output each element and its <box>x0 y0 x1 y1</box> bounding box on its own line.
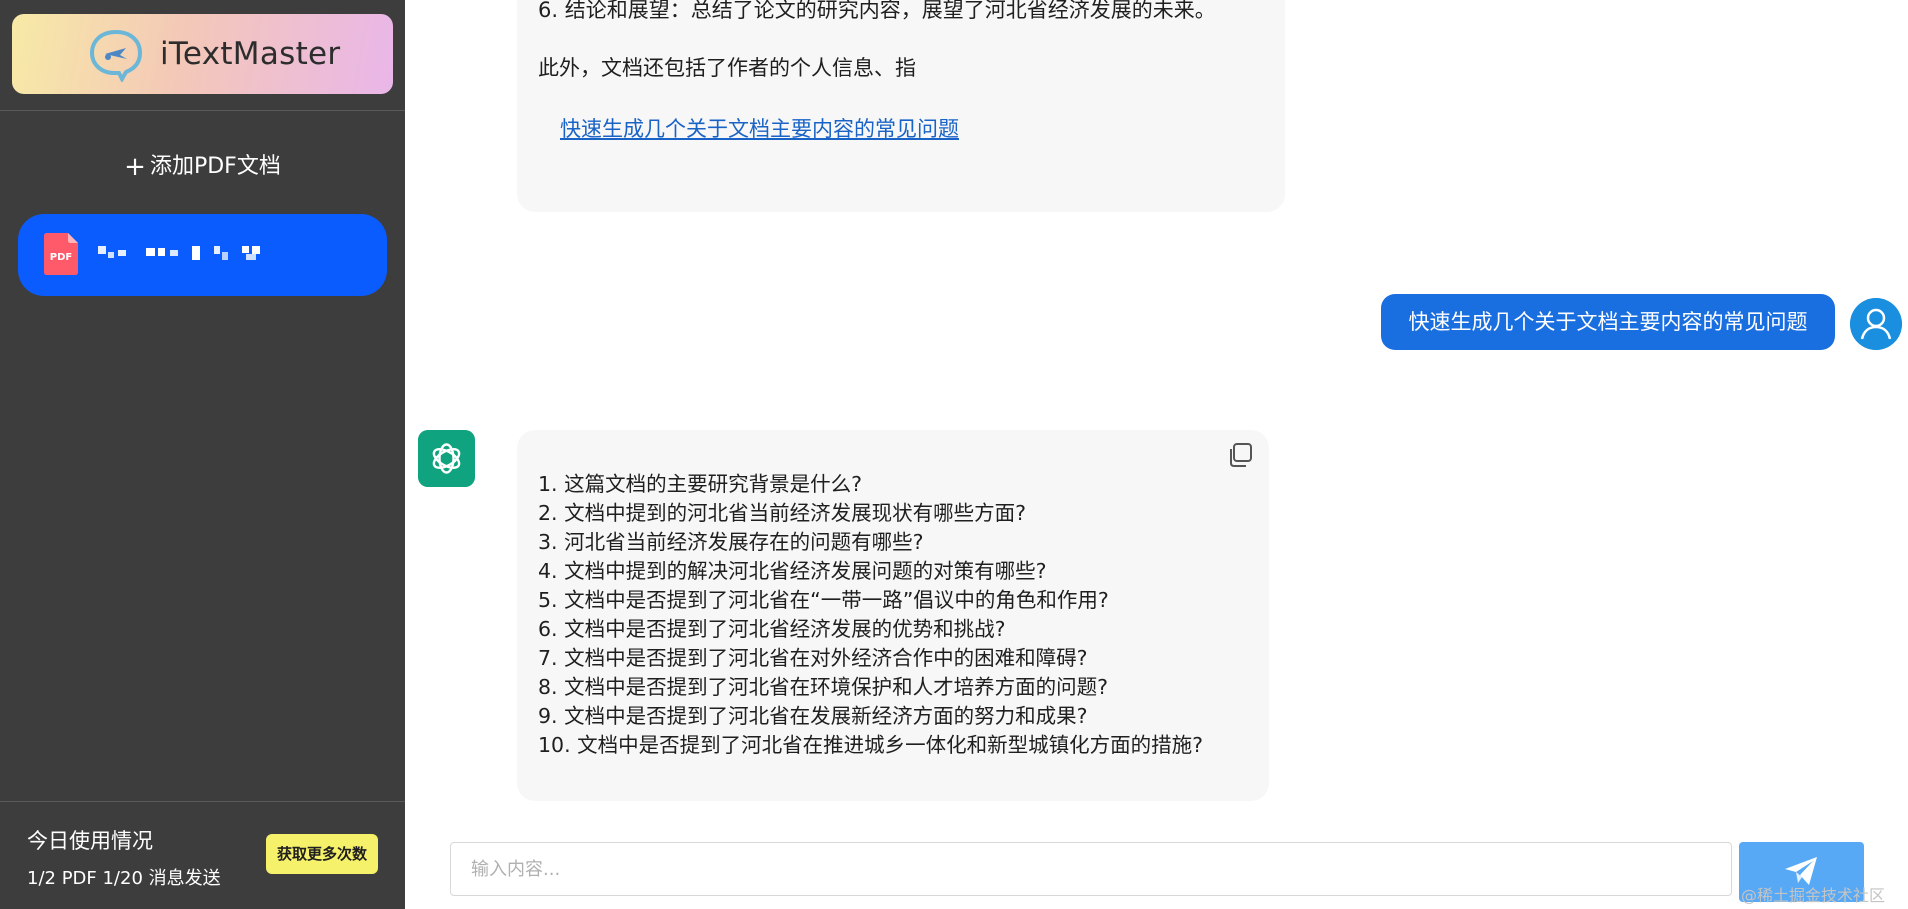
sidebar-document-item[interactable]: PDF <box>18 214 387 296</box>
list-item: 3. 河北省当前经济发展存在的问题有哪些? <box>538 530 924 554</box>
generated-questions-list: 1. 这篇文档的主要研究背景是什么? 2. 文档中提到的河北省当前经济发展现状有… <box>538 470 1203 760</box>
suggested-question-link[interactable]: 快速生成几个关于文档主要内容的常见问题 <box>560 113 959 143</box>
logo-icon <box>89 29 143 82</box>
message-text: 6. 结论和展望：总结了论文的研究内容，展望了河北省经济发展的未来。 <box>538 0 1216 22</box>
watermark: @稀土掘金技术社区 <box>1741 886 1886 905</box>
user-avatar-icon <box>1850 298 1902 350</box>
usage-title: 今日使用情况 <box>27 829 153 853</box>
add-pdf-button[interactable]: + 添加PDF文档 <box>0 148 405 182</box>
list-item: 2. 文档中提到的河北省当前经济发展现状有哪些方面? <box>538 501 1026 525</box>
plus-icon: + <box>124 152 146 182</box>
add-pdf-label: 添加PDF文档 <box>149 154 281 179</box>
pdf-file-icon: PDF <box>44 233 78 275</box>
usage-stats: 1/2 PDF 1/20 消息发送 <box>27 868 221 889</box>
openai-logo-icon <box>418 430 475 487</box>
get-more-button[interactable]: 获取更多次数 <box>266 834 378 874</box>
user-message: 快速生成几个关于文档主要内容的常见问题 <box>1381 294 1835 350</box>
sidebar: iTextMaster + 添加PDF文档 PDF 今日使用情况 1/2 PDF … <box>0 0 405 909</box>
list-item: 9. 文档中是否提到了河北省在发展新经济方面的努力和成果? <box>538 704 1088 728</box>
list-item: 8. 文档中是否提到了河北省在环境保护和人才培养方面的问题? <box>538 675 1108 699</box>
list-item: 7. 文档中是否提到了河北省在对外经济合作中的困难和障碍? <box>538 646 1088 670</box>
assistant-message: 1. 这篇文档的主要研究背景是什么? 2. 文档中提到的河北省当前经济发展现状有… <box>517 430 1269 801</box>
app-logo-card: iTextMaster <box>12 14 393 94</box>
assistant-message-previous: 6. 结论和展望：总结了论文的研究内容，展望了河北省经济发展的未来。 此外，文档… <box>517 0 1285 212</box>
chat-area: 6. 结论和展望：总结了论文的研究内容，展望了河北省经济发展的未来。 此外，文档… <box>405 0 1908 909</box>
message-text: 此外，文档还包括了作者的个人信息、指 <box>538 56 916 80</box>
list-item: 5. 文档中是否提到了河北省在“一带一路”倡议中的角色和作用? <box>538 588 1109 612</box>
pdf-label: PDF <box>50 252 72 263</box>
list-item: 4. 文档中提到的解决河北省经济发展问题的对策有哪些? <box>538 559 1047 583</box>
app-name: iTextMaster <box>160 36 341 72</box>
list-item: 10. 文档中是否提到了河北省在推进城乡一体化和新型城镇化方面的措施? <box>538 733 1203 757</box>
document-name-obscured <box>98 246 260 260</box>
list-item: 1. 这篇文档的主要研究背景是什么? <box>538 472 862 496</box>
copy-icon[interactable] <box>1227 442 1253 468</box>
sidebar-divider <box>0 110 405 111</box>
message-input[interactable] <box>450 842 1732 896</box>
list-item: 6. 文档中是否提到了河北省经济发展的优势和挑战? <box>538 617 1006 641</box>
sidebar-divider-bottom <box>0 801 405 802</box>
